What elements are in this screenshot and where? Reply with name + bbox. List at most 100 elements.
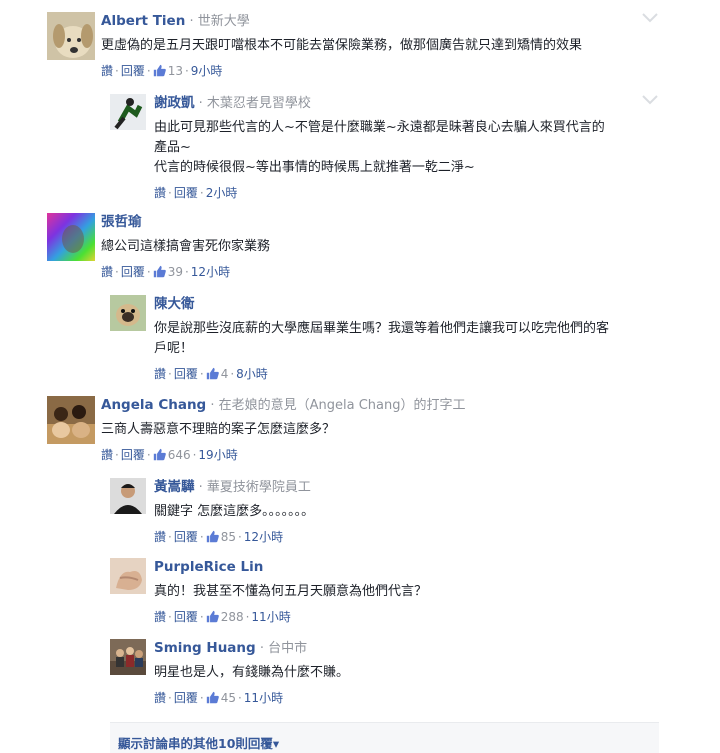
runner-avatar-icon[interactable] (110, 94, 146, 130)
comment-affiliation[interactable]: 在老娘的意見（Angela Chang）的打字工 (219, 398, 466, 413)
comment-body: 張哲瑜 總公司這樣搞會害死你家業務 讚 · 回覆 · 39 · 12小時 (101, 213, 659, 280)
hand-avatar-icon[interactable] (110, 558, 146, 594)
comment-actions: 讚 · 回覆 · 45 · 11小時 (154, 691, 284, 705)
like-count[interactable]: 85 (206, 530, 236, 544)
comment-header: PurpleRice Lin (154, 558, 659, 577)
comment-actions: 讚 · 回覆 · 85 · 12小時 (154, 530, 284, 544)
reply-item: 黃嵩驊 · 華夏技術學院員工 關鍵字 怎麼這麼多。。。。。。。 讚 · 回覆 · 85 ·… (110, 478, 659, 548)
like-count[interactable]: 13 (153, 64, 183, 78)
like-count[interactable]: 4 (206, 367, 228, 381)
comment-body: 黃嵩驊 · 華夏技術學院員工 關鍵字 怎麼這麼多。。。。。。。 讚 · 回覆 · 85 ·… (154, 478, 659, 545)
comment-header: 陳大衛 (154, 295, 659, 314)
comment-text: 明星也是人，有錢賺為什麼不賺。 (154, 665, 350, 680)
comment-affiliation[interactable]: 世新大學 (198, 14, 250, 29)
comment-text: 由此可見那些代言的人~不管是什麼職業~永遠都是昧著良心去騙人來買代言的 產品~ … (154, 120, 605, 175)
people-avatar-icon[interactable] (110, 639, 146, 675)
comment-item: Angela Chang · 在老娘的意見（Angela Chang）的打字工 … (47, 396, 659, 466)
more-replies-link[interactable]: 顯示討論串的其他10則回覆▾ (118, 733, 279, 752)
thumbs-up-icon (206, 691, 219, 704)
dog-avatar-icon[interactable] (47, 12, 95, 60)
reply-link[interactable]: 回覆 (174, 530, 198, 544)
reply-item: PurpleRice Lin 真的！我甚至不懂為何五月天願意為他們代言？ 讚 · 回… (110, 558, 659, 628)
comment-header: 張哲瑜 (101, 213, 659, 232)
comment-header: 謝政凱 · 木葉忍者見習學校 (154, 95, 311, 111)
comment-text: 更虛偽的是五月天跟叮噹根本不可能去當保險業務，做那個廣告就只達到矯情的效果 (101, 38, 583, 53)
reply-link[interactable]: 回覆 (174, 691, 198, 705)
comment-author[interactable]: Angela Chang (101, 397, 206, 413)
like-link[interactable]: 讚 (101, 448, 113, 462)
reply-link[interactable]: 回覆 (121, 265, 145, 279)
comment-affiliation[interactable]: 華夏技術學院員工 (207, 480, 311, 495)
comment-actions: 讚 · 回覆 · 4 · 8小時 (154, 367, 268, 381)
comment-author[interactable]: Albert Tien (101, 13, 185, 29)
thumbs-up-icon (153, 448, 166, 461)
comment-actions: 讚 · 回覆 · 646 · 19小時 (101, 448, 238, 462)
comment-author[interactable]: PurpleRice Lin (154, 559, 263, 575)
comment-header: Sming Huang · 台中市 (154, 640, 308, 656)
comment-affiliation[interactable]: 台中市 (268, 641, 307, 656)
like-link[interactable]: 讚 (154, 610, 166, 624)
comment-actions: 讚 · 回覆 · 288 · 11小時 (154, 610, 291, 624)
like-link[interactable]: 讚 (154, 367, 166, 381)
thumbs-up-icon (206, 367, 219, 380)
comment-time[interactable]: 8小時 (236, 367, 268, 381)
reply-link[interactable]: 回覆 (121, 64, 145, 78)
rainbow-avatar-icon[interactable] (47, 213, 95, 261)
comment-time[interactable]: 12小時 (244, 530, 283, 544)
comment-time[interactable]: 9小時 (191, 64, 223, 78)
comment-actions: 讚 · 回覆 · 39 · 12小時 (101, 265, 231, 279)
comment-body: Albert Tien · 世新大學 更虛偽的是五月天跟叮噹根本不可能去當保險業… (101, 12, 659, 79)
like-link[interactable]: 讚 (101, 265, 113, 279)
comment-header: 黃嵩驊 · 華夏技術學院員工 (154, 479, 311, 495)
like-link[interactable]: 讚 (154, 186, 166, 200)
thumbs-up-icon (206, 530, 219, 543)
like-count[interactable]: 288 (206, 610, 244, 624)
comment-text: 三商人壽惡意不理賠的案子怎麼這麼多？ (101, 422, 336, 437)
comment-header: Albert Tien · 世新大學 (101, 13, 250, 29)
comment-author[interactable]: 謝政凱 (154, 95, 195, 111)
comment-text: 真的！我甚至不懂為何五月天願意為他們代言？ (154, 584, 428, 599)
comment-text: 總公司這樣搞會害死你家業務 (101, 239, 271, 254)
group-avatar-icon[interactable] (47, 396, 95, 444)
man-avatar-icon[interactable] (110, 478, 146, 514)
reply-link[interactable]: 回覆 (121, 448, 145, 462)
comment-text: 你是說那些沒底薪的大學應屆畢業生嗎？我還等着他們走讓我可以吃完他們的客 戶呢！ (154, 321, 610, 356)
like-count[interactable]: 39 (153, 265, 183, 279)
thumbs-up-icon (153, 64, 166, 77)
like-link[interactable]: 讚 (154, 691, 166, 705)
comment-item: Albert Tien · 世新大學 更虛偽的是五月天跟叮噹根本不可能去當保險業… (47, 12, 659, 82)
reply-link[interactable]: 回覆 (174, 186, 198, 200)
comment-body: Angela Chang · 在老娘的意見（Angela Chang）的打字工 … (101, 396, 659, 463)
comment-item: 張哲瑜 總公司這樣搞會害死你家業務 讚 · 回覆 · 39 · 12小時 (47, 213, 659, 283)
like-link[interactable]: 讚 (154, 530, 166, 544)
pug-avatar-icon[interactable] (110, 295, 146, 331)
thumbs-up-icon (153, 265, 166, 278)
comment-time[interactable]: 19小時 (198, 448, 237, 462)
like-link[interactable]: 讚 (101, 64, 113, 78)
chevron-down-icon[interactable] (641, 12, 659, 24)
like-count[interactable]: 646 (153, 448, 191, 462)
comment-author[interactable]: 黃嵩驊 (154, 479, 195, 495)
comment-time[interactable]: 11小時 (244, 691, 283, 705)
reply-link[interactable]: 回覆 (174, 610, 198, 624)
comment-actions: 讚 · 回覆 · 2小時 (154, 186, 238, 200)
comment-time[interactable]: 11小時 (251, 610, 290, 624)
comment-author[interactable]: 張哲瑜 (101, 214, 142, 230)
comment-body: 陳大衛 你是說那些沒底薪的大學應屆畢業生嗎？我還等着他們走讓我可以吃完他們的客 … (154, 295, 659, 382)
comment-header: Angela Chang · 在老娘的意見（Angela Chang）的打字工 (101, 397, 466, 413)
like-count[interactable]: 45 (206, 691, 236, 705)
reply-item: Sming Huang · 台中市 明星也是人，有錢賺為什麼不賺。 讚 · 回覆 · 4… (110, 639, 659, 709)
comment-author[interactable]: 陳大衛 (154, 296, 195, 312)
comment-affiliation[interactable]: 木葉忍者見習學校 (207, 96, 311, 111)
comment-text: 關鍵字 怎麼這麼多。。。。。。。 (154, 504, 315, 519)
chevron-down-icon[interactable] (641, 94, 659, 106)
comment-author[interactable]: Sming Huang (154, 640, 256, 656)
comment-actions: 讚 · 回覆 · 13 · 9小時 (101, 64, 223, 78)
reply-item: 謝政凱 · 木葉忍者見習學校 由此可見那些代言的人~不管是什麼職業~永遠都是昧著… (110, 94, 659, 204)
comment-time[interactable]: 2小時 (206, 186, 238, 200)
thumbs-up-icon (206, 610, 219, 623)
more-replies-bar[interactable]: 顯示討論串的其他10則回覆▾ (110, 722, 659, 753)
comment-body: 謝政凱 · 木葉忍者見習學校 由此可見那些代言的人~不管是什麼職業~永遠都是昧著… (154, 94, 659, 201)
comment-time[interactable]: 12小時 (191, 265, 230, 279)
reply-link[interactable]: 回覆 (174, 367, 198, 381)
